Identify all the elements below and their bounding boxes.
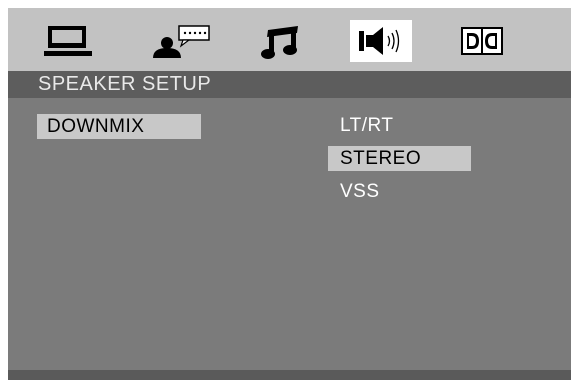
setup-menu-screen: SPEAKER SETUP DOWNMIX LT/RT STEREO VSS [8, 8, 571, 380]
tab-speaker[interactable] [350, 20, 412, 62]
tab-language[interactable] [146, 20, 214, 62]
option-vss[interactable]: VSS [328, 179, 471, 204]
tab-audio[interactable] [255, 20, 305, 62]
music-note-icon [261, 26, 298, 59]
tab-dolby[interactable] [456, 20, 508, 62]
dolby-icon [461, 27, 503, 55]
option-lt-rt[interactable]: LT/RT [328, 113, 471, 138]
tab-general[interactable] [40, 20, 102, 62]
user-speech-icon [153, 25, 210, 58]
speaker-icon [359, 27, 400, 55]
option-stereo[interactable]: STEREO [328, 146, 471, 171]
bottom-bar [8, 370, 571, 380]
monitor-icon [44, 26, 92, 56]
page-title: SPEAKER SETUP [8, 71, 571, 98]
menu-item-downmix[interactable]: DOWNMIX [37, 114, 201, 139]
tab-bar [8, 8, 571, 71]
